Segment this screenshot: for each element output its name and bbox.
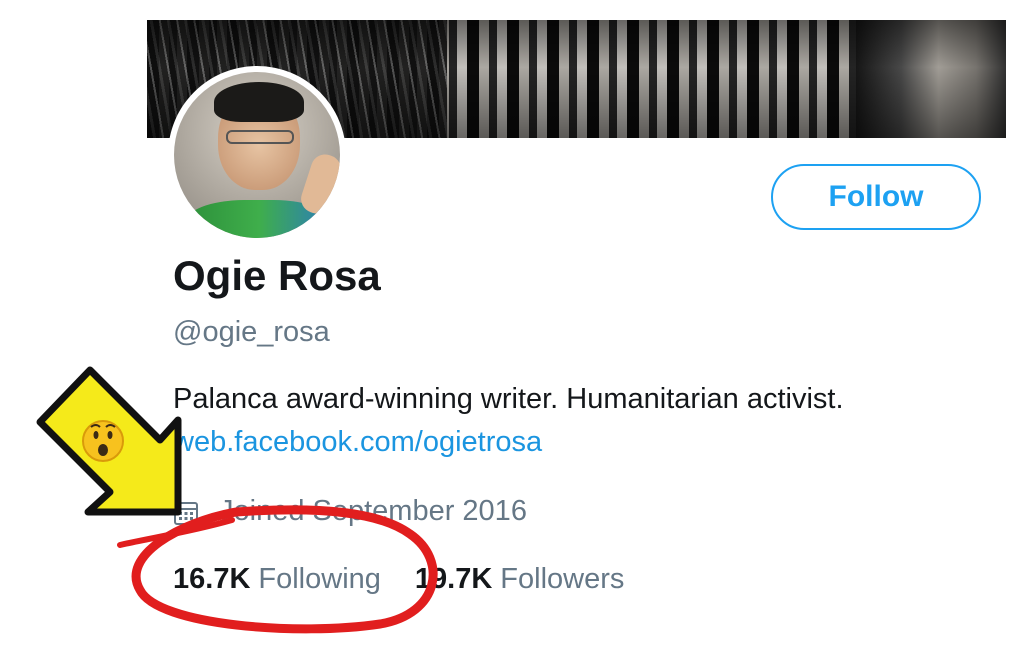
following-label: Following [258, 563, 381, 595]
profile-website-link[interactable]: web.facebook.com/ogietrosa [173, 423, 542, 461]
surprised-face-icon [82, 420, 124, 462]
avatar-photo [174, 72, 340, 238]
followers-count: 19.7K [414, 563, 493, 595]
profile-bio: Palanca award-winning writer. Humanitari… [173, 383, 844, 415]
joined-date: Joined September 2016 [173, 492, 527, 530]
calendar-icon [173, 498, 199, 525]
profile-avatar[interactable] [168, 66, 346, 244]
avatar-glasses [226, 130, 294, 144]
followers-stat[interactable]: 19.7K Followers [415, 560, 624, 598]
yellow-arrow-icon [36, 366, 182, 516]
following-count: 16.7K [173, 563, 251, 595]
profile-handle: @ogie_rosa [173, 316, 330, 348]
avatar-hand [297, 150, 340, 218]
profile-stats: 16.7K Following 19.7K Followers [173, 560, 658, 598]
joined-date-text: Joined September 2016 [219, 495, 527, 527]
avatar-hair [214, 82, 304, 122]
follow-button[interactable]: Follow [771, 164, 981, 230]
profile-name: Ogie Rosa [173, 252, 381, 299]
followers-label: Followers [500, 563, 625, 595]
following-stat[interactable]: 16.7K Following [173, 560, 381, 598]
